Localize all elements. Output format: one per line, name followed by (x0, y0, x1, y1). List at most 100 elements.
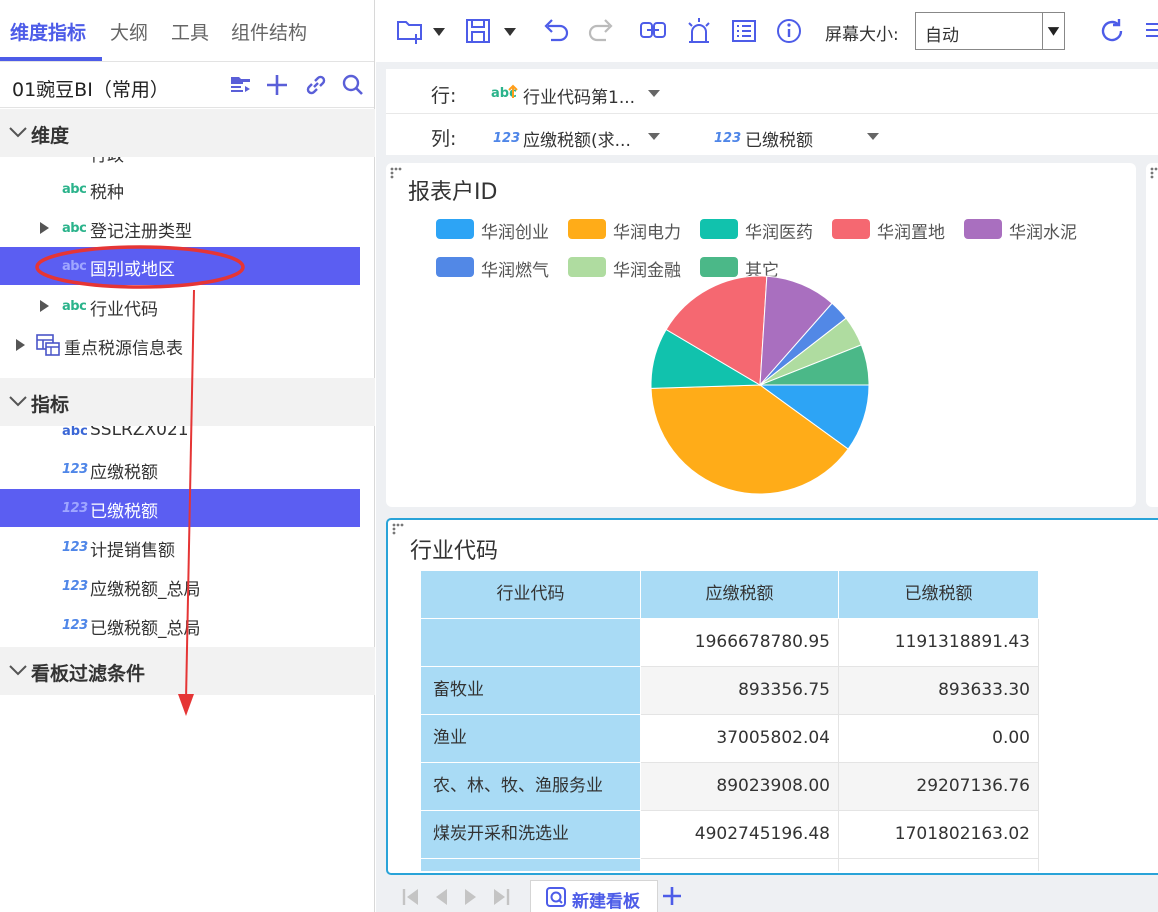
section-board-filters[interactable]: 看板过滤条件 (0, 647, 375, 695)
clear-icon[interactable] (1140, 14, 1158, 48)
table-cell: 1966678780.95 (641, 619, 839, 667)
screen-size-label: 屏幕大小: (825, 25, 899, 45)
table-column-header: 已缴税额 (839, 571, 1039, 619)
refresh-icon[interactable] (1096, 14, 1128, 48)
table-cell: 37005802.04 (641, 715, 839, 763)
legend-swatch (964, 219, 1002, 239)
screen-size-select[interactable]: 自动 (915, 12, 1065, 50)
expand-arrow-icon[interactable] (16, 339, 25, 351)
dropdown-arrow-icon[interactable] (499, 14, 521, 48)
field-tax-due[interactable]: 123 应缴税额 (0, 450, 360, 488)
drag-handle-icon[interactable] (390, 167, 402, 179)
chevron-down-icon[interactable] (867, 133, 879, 140)
field-tax-paid[interactable]: 123 已缴税额 (0, 489, 360, 527)
board-icon (546, 887, 566, 907)
legend-item[interactable]: 华润电力 (568, 217, 688, 243)
list-icon[interactable] (728, 14, 760, 48)
table-row-header (421, 859, 641, 871)
section-dimensions[interactable]: 维度 (0, 109, 375, 157)
legend-item[interactable]: 华润创业 (436, 217, 556, 243)
link-icon[interactable] (303, 72, 329, 98)
link-data-icon[interactable] (637, 14, 669, 48)
last-page-icon[interactable] (490, 886, 512, 908)
chevron-down-icon[interactable] (648, 90, 660, 97)
legend-item[interactable]: 华润置地 (832, 217, 952, 243)
drag-handle-icon[interactable] (392, 523, 404, 535)
expand-arrow-icon[interactable] (40, 222, 49, 234)
legend-item[interactable]: 华润燃气 (436, 255, 556, 281)
table-row-header: 渔业 (421, 715, 641, 763)
table-cell: 89023908.00 (641, 763, 839, 811)
chevron-down-icon (9, 396, 27, 407)
undo-icon[interactable] (540, 14, 572, 48)
dataset-name[interactable]: 01豌豆BI（常用） (12, 75, 169, 102)
field-registration-type[interactable]: abc 登记注册类型 (0, 209, 360, 247)
field-tax-type[interactable]: abc 税种 (0, 170, 360, 208)
add-icon[interactable] (264, 72, 290, 98)
table-cell: 1701802163.02 (839, 811, 1039, 859)
table-row-header: 畜牧业 (421, 667, 641, 715)
legend-swatch (568, 257, 606, 277)
redo-icon[interactable] (585, 14, 617, 48)
chevron-down-icon[interactable] (648, 133, 660, 140)
legend-swatch (436, 257, 474, 277)
previous-page-icon[interactable] (430, 886, 452, 908)
legend-item[interactable]: 华润水泥 (964, 217, 1084, 243)
drag-handle-icon[interactable] (1150, 167, 1158, 179)
pie-chart (650, 275, 870, 495)
pie-chart-title: 报表户ID (408, 180, 498, 205)
save-icon[interactable] (462, 14, 494, 48)
legend-label: 华润电力 (613, 223, 681, 243)
next-page-icon[interactable] (460, 886, 482, 908)
sidebar-tabs: 维度指标 大纲 工具 组件结构 (0, 0, 374, 62)
dataset-bar: 01豌豆BI（常用） (0, 62, 374, 108)
legend-swatch (568, 219, 606, 239)
table-cell: 1191318891.43 (839, 619, 1039, 667)
active-tab-indicator (0, 57, 102, 61)
tab-outline[interactable]: 大纲 (110, 18, 148, 45)
row-shelf-label: 行: (431, 85, 457, 107)
data-table: 行业代码 应缴税额 已缴税额 1966678780.95 1191318891.43 畜牧… (421, 571, 1039, 871)
scrolled-partial-item: abc SSLRZX021 (62, 426, 189, 440)
table-row-header (421, 619, 641, 667)
tab-dimensions-measures[interactable]: 维度指标 (10, 18, 86, 45)
board-tab-new[interactable]: 新建看板 (530, 880, 658, 912)
section-measures[interactable]: 指标 (0, 378, 375, 426)
table-row-header: 农、林、牧、渔服务业 (421, 763, 641, 811)
dropdown-arrow-icon[interactable] (428, 14, 450, 48)
expand-arrow-icon[interactable] (40, 300, 49, 312)
adjacent-widget[interactable] (1146, 163, 1158, 507)
add-board-icon[interactable] (660, 884, 684, 908)
table-cell: 893356.75 (641, 667, 839, 715)
legend-label: 华润医药 (745, 223, 813, 243)
table-cell: 29207136.76 (839, 763, 1039, 811)
field-accrued-sales[interactable]: 123 计提销售额 (0, 528, 360, 566)
table-cell: 893633.30 (839, 667, 1039, 715)
scrolled-partial-item: abc 行政 (0, 157, 375, 169)
new-file-icon[interactable] (394, 14, 426, 48)
alert-light-icon[interactable] (683, 14, 715, 48)
table-cell (839, 859, 1039, 871)
tab-component-structure[interactable]: 组件结构 (231, 18, 307, 45)
column-shelf-label: 列: (431, 128, 457, 150)
field-country-region[interactable]: abc 国别或地区 (0, 247, 360, 285)
info-icon[interactable] (773, 14, 805, 48)
first-page-icon[interactable] (400, 886, 422, 908)
field-tax-due-bureau[interactable]: 123 应缴税额_总局 (0, 567, 360, 605)
legend-item[interactable]: 华润医药 (700, 217, 820, 243)
legend-label: 华润置地 (877, 223, 945, 243)
search-icon[interactable] (340, 72, 366, 98)
field-industry-code[interactable]: abc 行业代码 (0, 287, 360, 325)
table-group-key-tax-source[interactable]: 重点税源信息表 (0, 326, 360, 364)
table-row-header: 煤炭开采和洗选业 (421, 811, 641, 859)
tab-tools[interactable]: 工具 (171, 18, 209, 45)
sort-ascending-icon (508, 84, 518, 98)
table-column-header: 行业代码 (421, 571, 641, 619)
legend-swatch (832, 219, 870, 239)
table-cell (641, 859, 839, 871)
field-tax-paid-bureau[interactable]: 123 已缴税额_总局 (0, 606, 360, 644)
switch-dataset-icon[interactable] (228, 72, 254, 98)
dropdown-arrow-icon[interactable] (1042, 13, 1064, 49)
table-cell: 0.00 (839, 715, 1039, 763)
legend-label: 华润创业 (481, 223, 549, 243)
